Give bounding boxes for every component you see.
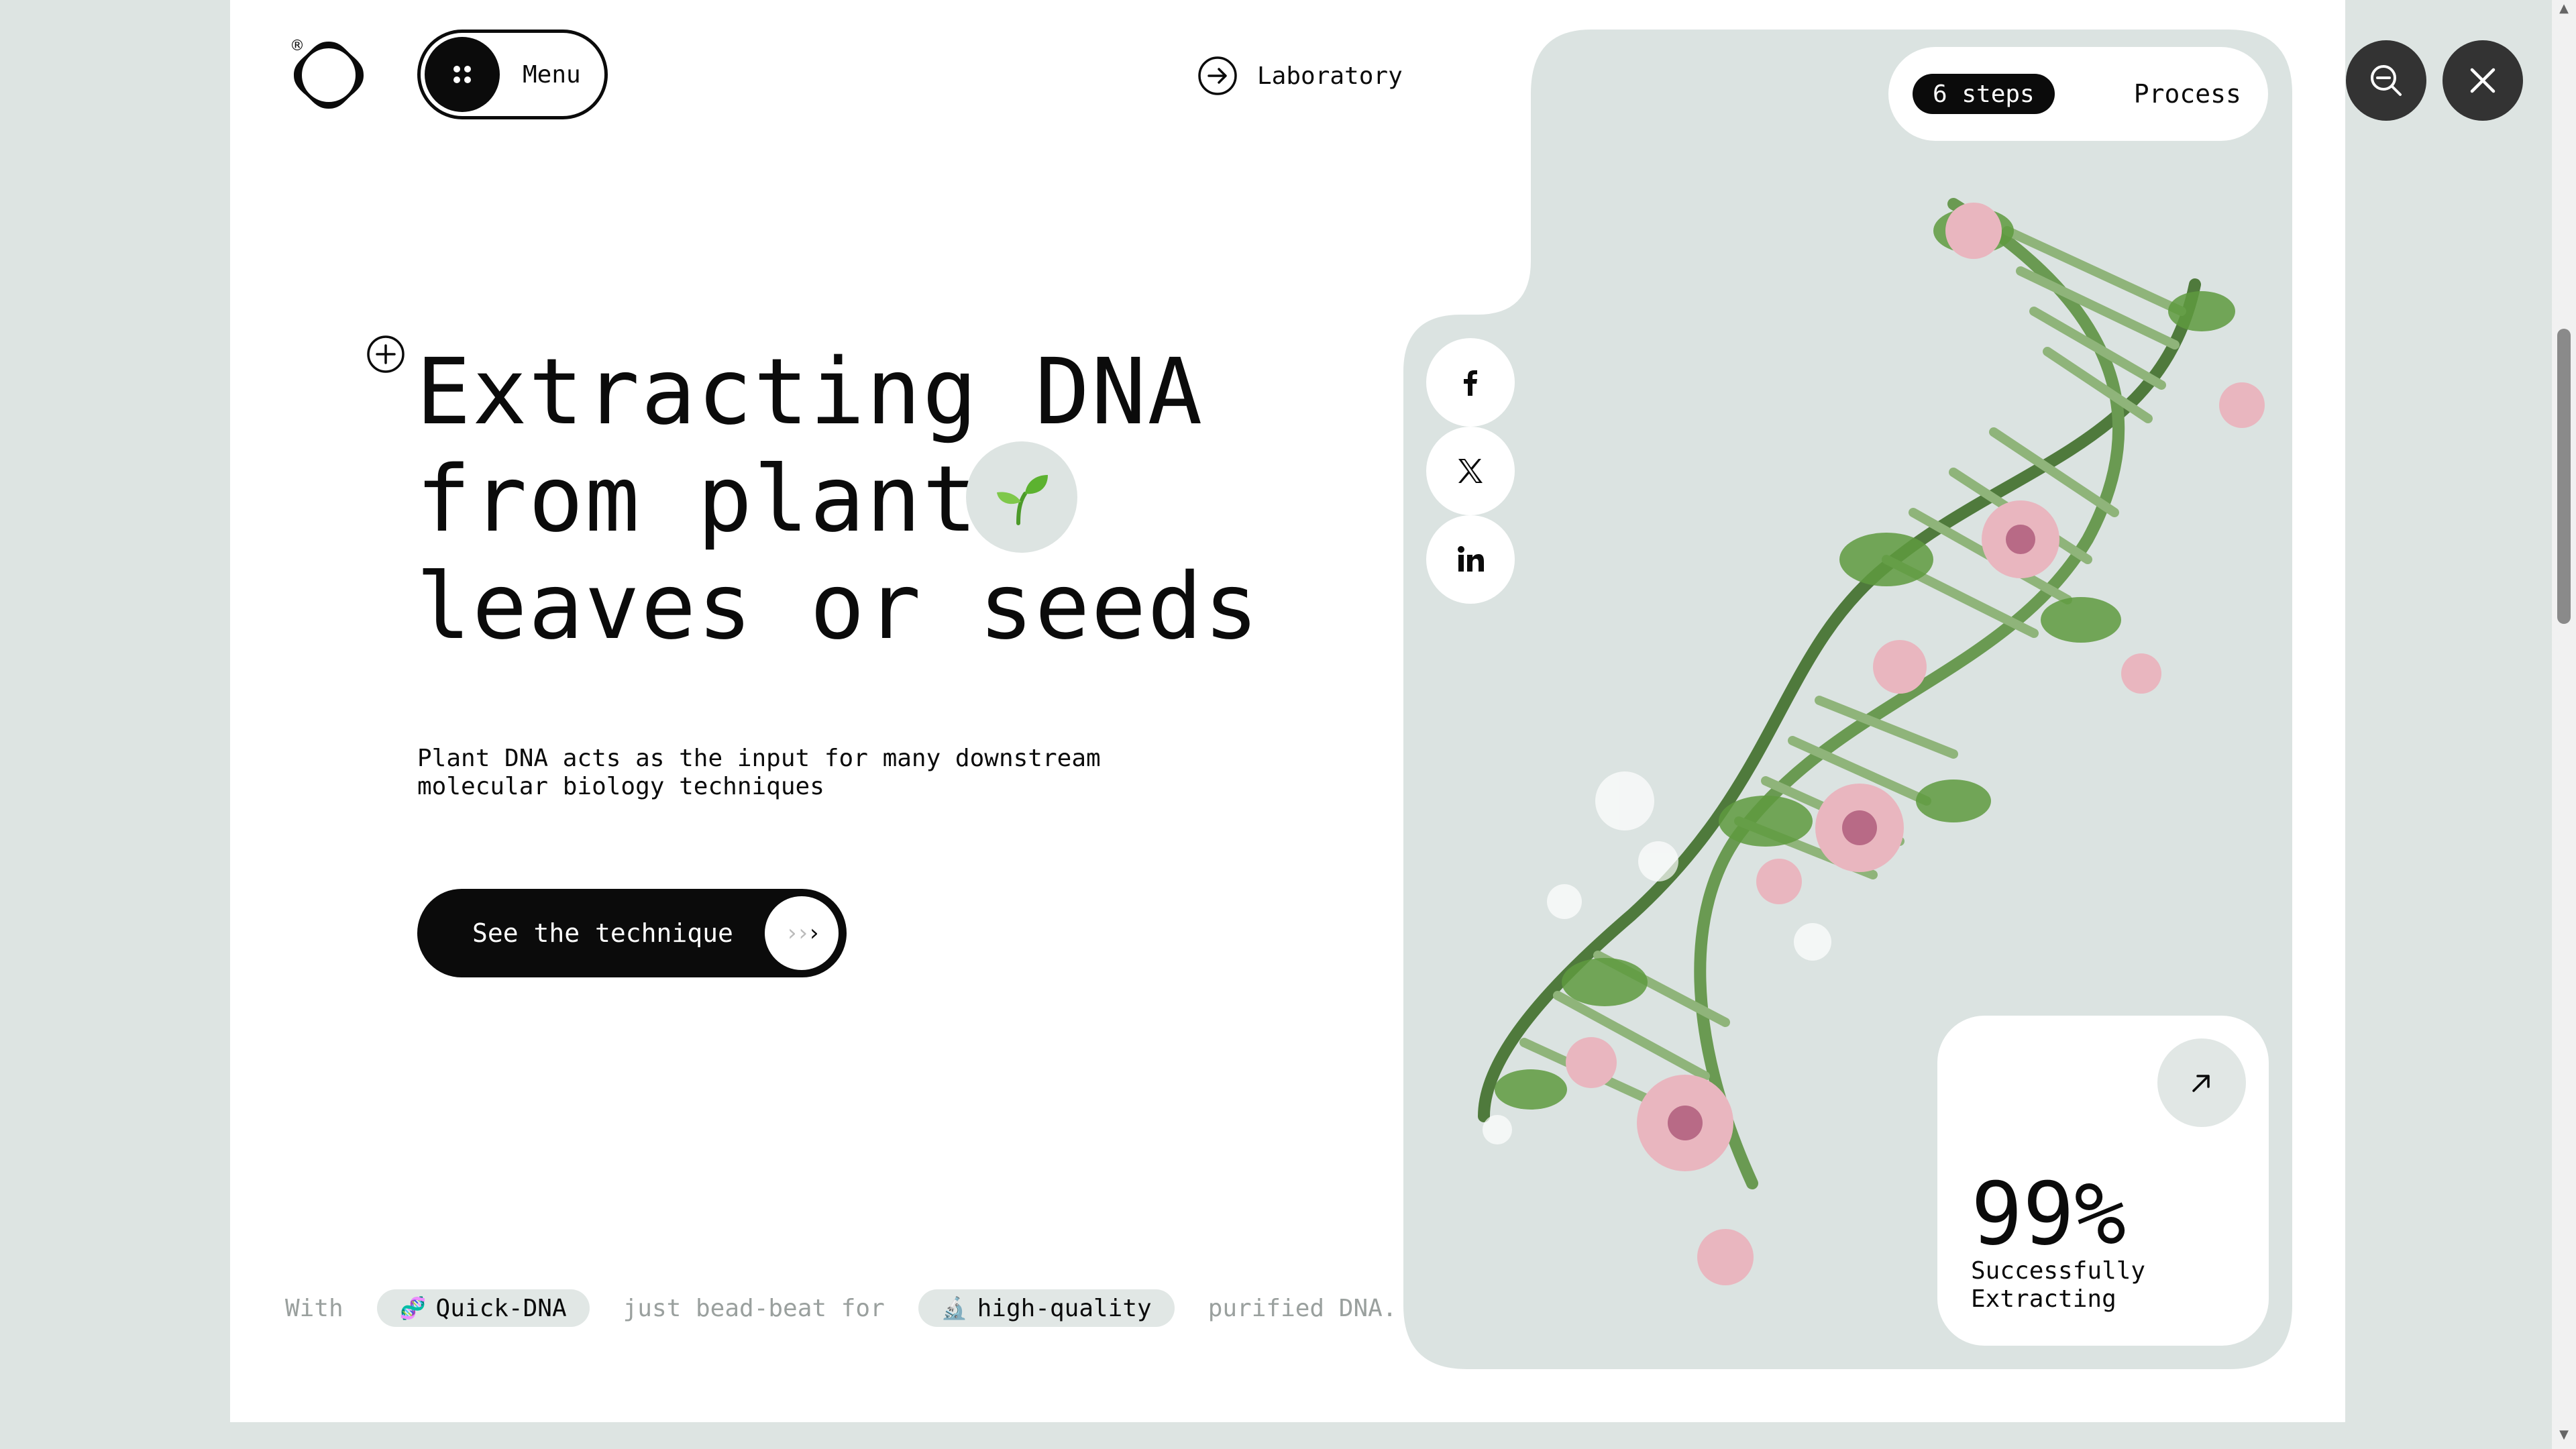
scroll-up-icon[interactable]: ▲ [2557, 1, 2571, 15]
feature-strip: With 🧬 Quick-DNA just bead-beat for 🔬 hi… [285, 1289, 1397, 1327]
steps-pill: 6 steps Process [1888, 47, 2268, 141]
strip-text-3: purified DNA. [1208, 1294, 1397, 1322]
menu-button[interactable]: Menu [417, 30, 608, 119]
facebook-icon [1464, 370, 1477, 396]
strip-text-1: With [285, 1294, 343, 1322]
facebook-button[interactable] [1426, 338, 1515, 427]
scroll-down-icon[interactable]: ▼ [2557, 1428, 2571, 1442]
chip-high-quality-label: high-quality [977, 1294, 1152, 1322]
linkedin-button[interactable] [1426, 515, 1515, 604]
see-technique-button[interactable]: See the technique ›› › [417, 889, 847, 977]
stat-card: 99% Successfully Extracting [1937, 1016, 2269, 1346]
arrow-right-circle-icon [1198, 56, 1237, 95]
chip-quick-dna[interactable]: 🧬 Quick-DNA [376, 1289, 590, 1327]
title-line-1: Extracting DNA [416, 339, 1204, 445]
zoom-out-icon [2371, 65, 2402, 96]
laboratory-label: Laboratory [1257, 62, 1403, 90]
title-line-2: from plant [416, 447, 979, 553]
microscope-icon: 🔬 [941, 1295, 968, 1321]
seedling-badge [966, 441, 1077, 553]
registered-mark: ® [290, 38, 305, 54]
linkedin-icon [1458, 546, 1484, 572]
arrow-up-right-icon [2192, 1075, 2210, 1092]
cta-label: See the technique [472, 918, 733, 948]
close-button[interactable] [2443, 40, 2523, 121]
brand-logo[interactable]: ® [288, 35, 369, 115]
dna-icon: 🧬 [399, 1295, 427, 1321]
x-icon [1458, 459, 1483, 483]
stat-value: 99% [1971, 1165, 2127, 1265]
seedling-icon [997, 475, 1048, 525]
laboratory-link[interactable]: Laboratory [1197, 55, 1403, 97]
menu-dots-icon [425, 37, 500, 112]
triple-chevron-icon: ›› › [765, 896, 839, 970]
close-icon [2470, 68, 2496, 93]
scrollbar-thumb[interactable] [2557, 329, 2571, 624]
zoom-out-button[interactable] [2346, 40, 2426, 121]
menu-label: Menu [523, 60, 581, 89]
chip-high-quality[interactable]: 🔬 high-quality [918, 1289, 1175, 1327]
chip-quick-dna-label: Quick-DNA [435, 1294, 567, 1322]
page-title: Extracting DNA from plant leaves or seed… [416, 339, 1260, 661]
x-button[interactable] [1426, 427, 1515, 515]
hero-subtitle: Plant DNA acts as the input for many dow… [417, 745, 1101, 800]
scrollbar-track[interactable] [2552, 0, 2576, 1449]
title-line-3: leaves or seeds [416, 554, 1260, 660]
plus-circle-icon[interactable] [366, 334, 406, 374]
stat-caption: Successfully Extracting [1971, 1257, 2146, 1313]
process-label[interactable]: Process [2134, 79, 2241, 109]
strip-text-2: just bead-beat for [623, 1294, 885, 1322]
open-stat-button[interactable] [2157, 1038, 2246, 1127]
steps-badge[interactable]: 6 steps [1913, 74, 2055, 114]
